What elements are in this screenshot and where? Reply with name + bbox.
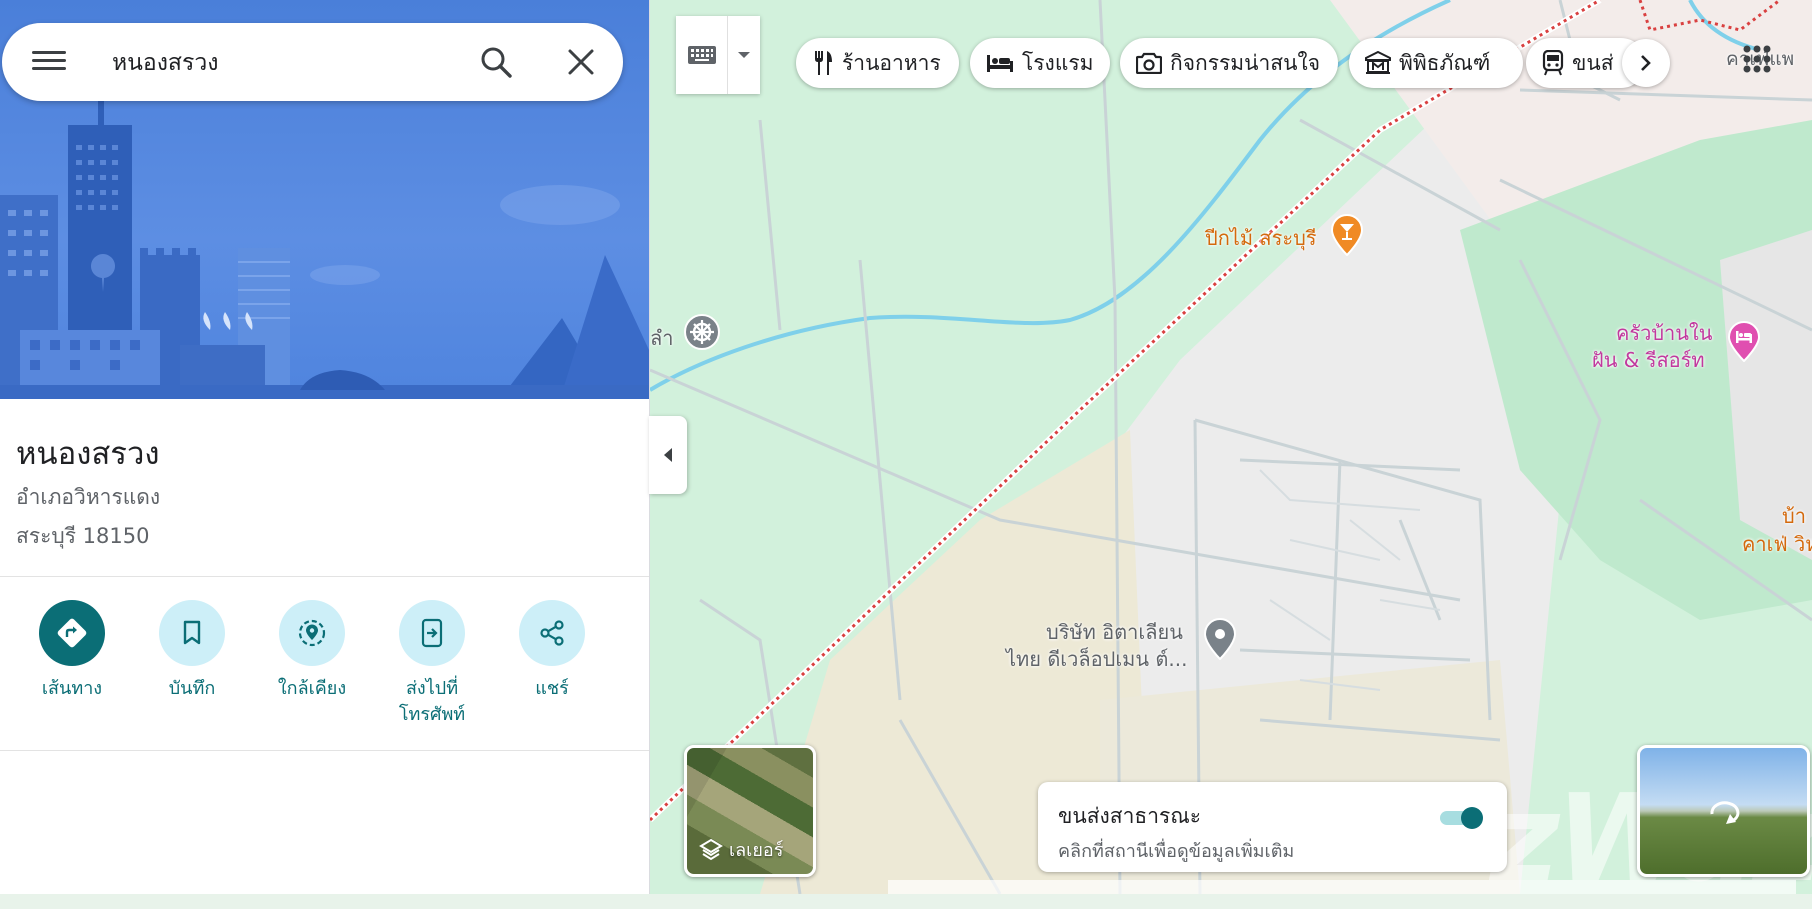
keyboard-icon [688, 46, 716, 64]
layers-button[interactable]: เลเยอร์ [684, 745, 816, 877]
chevron-left-icon [664, 448, 672, 462]
search-icon[interactable] [478, 44, 514, 80]
map-label-company-line2[interactable]: ไทย ดีเวล็อปเมน ต์... [1006, 643, 1187, 675]
divider [0, 576, 649, 577]
map-label-right-cut2[interactable]: คาเฟ่ วิห [1742, 528, 1812, 560]
save-button[interactable]: บันทึก [132, 600, 252, 702]
transit-subtitle: คลิกที่สถานีเพื่อดูข้อมูลเพิ่มเติม [1058, 841, 1295, 862]
transit-title: ขนส่งสาธารณะ [1058, 804, 1202, 828]
directions-icon [57, 618, 87, 648]
hotel-pin-icon[interactable] [1726, 320, 1762, 362]
chip-hotel[interactable]: โรงแรม [970, 38, 1110, 88]
bar-pin-icon[interactable] [1330, 214, 1364, 256]
hotel-icon [987, 55, 1013, 72]
close-icon[interactable] [564, 45, 598, 79]
chevron-right-icon [1641, 55, 1651, 71]
street-view-button[interactable] [1637, 745, 1810, 877]
chip-things-to-do[interactable]: กิจกรรมน่าสนใจ [1120, 38, 1338, 88]
map-label-bar[interactable]: ปีกไม้ สระบุรี [1205, 222, 1317, 254]
send-to-phone-button[interactable]: ส่งไปที่ โทรศัพท์ [372, 600, 492, 728]
temple-pin-icon[interactable] [682, 312, 722, 354]
layers-icon [699, 838, 723, 860]
chip-label: กิจกรรมน่าสนใจ [1170, 50, 1321, 75]
nearby-label: ใกล้เคียง [277, 678, 347, 699]
send-to-phone-label: ส่งไปที่ โทรศัพท์ [398, 678, 466, 725]
restaurant-icon [815, 51, 832, 75]
chevron-down-icon[interactable] [737, 50, 751, 60]
place-panel: หนองสรวง อำเภอวิหารแดง สระบุรี 18150 เส้… [0, 0, 650, 894]
chip-museum[interactable]: พิพิธภัณฑ์ [1349, 38, 1523, 88]
rotate-view-icon [1710, 801, 1740, 824]
place-title: หนองสรวง [16, 436, 160, 472]
share-icon [540, 620, 564, 646]
address-line-province: สระบุรี 18150 [16, 524, 150, 548]
chip-restaurant[interactable]: ร้านอาหาร [796, 38, 959, 88]
search-input[interactable] [110, 43, 454, 83]
map-label-left-cut[interactable]: ลำ [650, 322, 674, 354]
map-label-resort-line2[interactable]: ฝัน & รีสอร์ท [1592, 344, 1705, 376]
transit-toggle[interactable] [1438, 806, 1486, 830]
chip-label: ร้านอาหาร [842, 50, 941, 75]
address-line-district: อำเภอวิหารแดง [16, 485, 161, 509]
directions-label: เส้นทาง [41, 678, 103, 699]
place-pin-icon[interactable] [1202, 616, 1238, 660]
apps-grid-icon[interactable] [1742, 44, 1772, 74]
keyboard-button[interactable] [676, 16, 760, 94]
divider [0, 750, 649, 751]
transit-icon [1542, 50, 1564, 76]
share-button[interactable]: แชร์ [492, 600, 612, 702]
menu-icon[interactable] [32, 46, 66, 78]
nearby-button[interactable]: ใกล้เคียง [252, 600, 372, 702]
chip-label: พิพิธภัณฑ์ [1399, 50, 1491, 75]
transit-card[interactable]: ขนส่งสาธารณะ คลิกที่สถานีเพื่อดูข้อมูลเพ… [1038, 782, 1507, 872]
chip-label: โรงแรม [1022, 50, 1094, 75]
nearby-icon [298, 619, 326, 647]
chip-label: ขนส่ [1572, 50, 1614, 75]
layers-label: เลเยอร์ [729, 840, 784, 861]
bookmark-icon [183, 620, 201, 645]
chips-next-button[interactable] [1622, 39, 1670, 87]
directions-button[interactable]: เส้นทาง [12, 600, 132, 702]
search-bar[interactable] [2, 23, 623, 101]
museum-icon [1365, 51, 1391, 74]
map-footer-strip [888, 880, 1796, 894]
share-label: แชร์ [535, 678, 569, 699]
send-to-phone-icon [421, 618, 443, 648]
camera-icon [1136, 52, 1162, 74]
collapse-panel-button[interactable] [649, 416, 687, 494]
save-label: บันทึก [168, 678, 216, 699]
